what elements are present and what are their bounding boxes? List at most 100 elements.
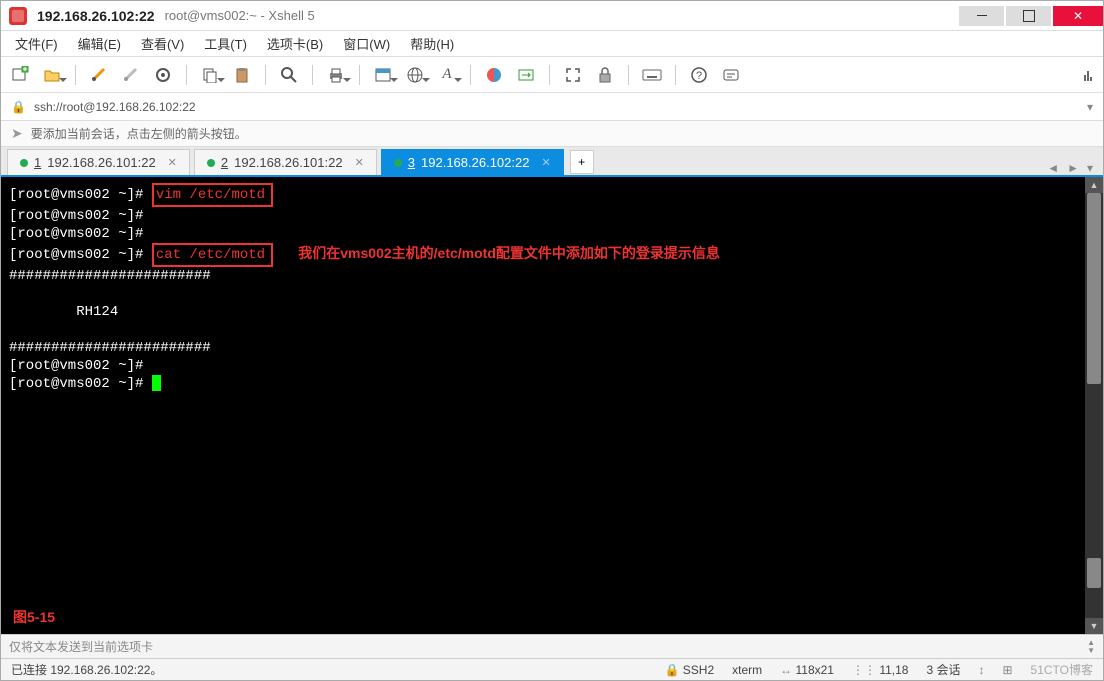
color-scheme-button[interactable] xyxy=(370,62,396,88)
tab-close-icon[interactable]: ✕ xyxy=(168,156,177,169)
watermark: 51CTO博客 xyxy=(1031,661,1093,678)
tab-label: 192.168.26.101:22 xyxy=(234,155,342,170)
find-button[interactable] xyxy=(276,62,302,88)
encoding-button[interactable] xyxy=(402,62,428,88)
add-tab-button[interactable]: + xyxy=(570,150,594,174)
fullscreen-button[interactable] xyxy=(560,62,586,88)
menu-file[interactable]: 文件(F) xyxy=(7,32,66,55)
hint-bar: ➤ 要添加当前会话，点击左侧的箭头按钮。 xyxy=(1,121,1103,147)
address-dropdown-button[interactable]: ▾ xyxy=(1087,100,1093,114)
reconnect-button[interactable] xyxy=(86,62,112,88)
menu-window[interactable]: 窗口(W) xyxy=(335,32,398,55)
status-dot-icon xyxy=(207,159,215,167)
menubar: 文件(F) 编辑(E) 查看(V) 工具(T) 选项卡(B) 窗口(W) 帮助(… xyxy=(1,31,1103,57)
lock-icon: 🔒 xyxy=(11,100,26,114)
lock-icon: 🔒 xyxy=(664,663,679,677)
tab-label: 192.168.26.101:22 xyxy=(47,155,155,170)
status-dot-icon xyxy=(20,159,28,167)
compose-button[interactable] xyxy=(718,62,744,88)
annotation-text: 我们在vms002主机的/etc/motd配置文件中添加如下的登录提示信息 xyxy=(298,245,720,261)
highlighted-command: vim /etc/motd xyxy=(152,183,273,207)
minimize-button[interactable] xyxy=(959,6,1004,26)
help-button[interactable]: ? xyxy=(686,62,712,88)
paste-button[interactable] xyxy=(229,62,255,88)
terminal-prompt: [root@vms002 ~]# xyxy=(9,376,143,392)
tab-nav-left-icon[interactable]: ◄ xyxy=(1043,161,1063,175)
close-button[interactable] xyxy=(1053,6,1103,26)
tab-session-1[interactable]: 1 192.168.26.101:22 ✕ xyxy=(7,149,190,175)
terminal[interactable]: [root@vms002 ~]# vim /etc/motd [root@vms… xyxy=(1,177,1085,634)
tab-number: 3 xyxy=(408,155,415,170)
tab-number: 1 xyxy=(34,155,41,170)
svg-text:?: ? xyxy=(696,70,702,82)
terminal-scrollbar[interactable]: ▲ ▼ xyxy=(1085,177,1103,634)
terminal-prompt: [root@vms002 ~]# xyxy=(9,187,143,203)
status-term: xterm xyxy=(732,663,762,677)
toolbar-overflow-button[interactable] xyxy=(1083,62,1097,88)
status-dot-icon xyxy=(394,159,402,167)
maximize-button[interactable] xyxy=(1006,6,1051,26)
menu-edit[interactable]: 编辑(E) xyxy=(70,32,129,55)
window-title-sub: root@vms002:~ - Xshell 5 xyxy=(165,8,315,23)
tabstrip: 1 192.168.26.101:22 ✕ 2 192.168.26.101:2… xyxy=(1,147,1103,177)
position-icon: ⋮⋮ xyxy=(852,663,876,677)
highlighted-command: cat /etc/motd xyxy=(152,243,273,267)
status-size: 118x21 xyxy=(795,663,833,677)
menu-help[interactable]: 帮助(H) xyxy=(402,32,462,55)
terminal-area: [root@vms002 ~]# vim /etc/motd [root@vms… xyxy=(1,177,1103,634)
size-icon: ↔ xyxy=(780,663,792,677)
address-url[interactable]: ssh://root@192.168.26.102:22 xyxy=(34,100,196,114)
terminal-output: ######################## xyxy=(9,268,211,284)
status-icon-b[interactable]: ⊞ xyxy=(1002,663,1012,677)
properties-button[interactable] xyxy=(150,62,176,88)
app-icon xyxy=(9,7,27,25)
addressbar: 🔒 ssh://root@192.168.26.102:22 ▾ xyxy=(1,93,1103,121)
terminal-prompt: [root@vms002 ~]# xyxy=(9,226,143,242)
status-icon-a[interactable]: ↕ xyxy=(978,663,984,677)
status-connection: 已连接 192.168.26.102:22。 xyxy=(11,661,162,678)
tab-number: 2 xyxy=(221,155,228,170)
terminal-prompt: [root@vms002 ~]# xyxy=(9,358,143,374)
tab-list-button[interactable]: ▾ xyxy=(1083,161,1097,175)
tab-label: 192.168.26.102:22 xyxy=(421,155,529,170)
terminal-output: ######################## xyxy=(9,340,211,356)
lock-button[interactable] xyxy=(592,62,618,88)
toolbar: A ? xyxy=(1,57,1103,93)
new-session-button[interactable] xyxy=(7,62,33,88)
menu-tabs[interactable]: 选项卡(B) xyxy=(259,32,331,55)
disconnect-button[interactable] xyxy=(118,62,144,88)
font-button[interactable]: A xyxy=(434,62,460,88)
scroll-up-icon[interactable]: ▲ xyxy=(1085,177,1103,193)
tab-nav-right-icon[interactable]: ► xyxy=(1063,161,1083,175)
keyboard-button[interactable] xyxy=(639,62,665,88)
titlebar: 192.168.26.102:22 root@vms002:~ - Xshell… xyxy=(1,1,1103,31)
window-title-host: 192.168.26.102:22 xyxy=(37,8,155,24)
hint-text: 要添加当前会话，点击左侧的箭头按钮。 xyxy=(31,125,247,142)
figure-label: 图5-15 xyxy=(13,608,55,626)
tab-close-icon[interactable]: ✕ xyxy=(541,156,550,169)
xftp-button[interactable] xyxy=(513,62,539,88)
compose-placeholder: 仅将文本发送到当前选项卡 xyxy=(9,638,153,655)
compose-bar[interactable]: 仅将文本发送到当前选项卡 ▲▼ xyxy=(1,634,1103,658)
terminal-prompt: [root@vms002 ~]# xyxy=(9,208,143,224)
tab-close-icon[interactable]: ✕ xyxy=(355,156,364,169)
terminal-output: RH124 xyxy=(9,304,118,320)
print-button[interactable] xyxy=(323,62,349,88)
menu-tools[interactable]: 工具(T) xyxy=(196,32,255,55)
scroll-down-icon[interactable]: ▼ xyxy=(1085,618,1103,634)
terminal-prompt: [root@vms002 ~]# xyxy=(9,247,143,263)
terminal-cursor xyxy=(152,375,161,391)
tab-session-3[interactable]: 3 192.168.26.102:22 ✕ xyxy=(381,149,564,175)
add-session-arrow-icon[interactable]: ➤ xyxy=(11,125,23,142)
copy-button[interactable] xyxy=(197,62,223,88)
status-protocol: SSH2 xyxy=(683,663,714,677)
open-session-button[interactable] xyxy=(39,62,65,88)
compose-stepper[interactable]: ▲▼ xyxy=(1087,639,1095,655)
status-sessions: 3 会话 xyxy=(926,661,960,678)
xagent-button[interactable] xyxy=(481,62,507,88)
tab-session-2[interactable]: 2 192.168.26.101:22 ✕ xyxy=(194,149,377,175)
status-position: 11,18 xyxy=(879,663,908,677)
statusbar: 已连接 192.168.26.102:22。 🔒 SSH2 xterm ↔ 11… xyxy=(1,658,1103,680)
app-window: 192.168.26.102:22 root@vms002:~ - Xshell… xyxy=(0,0,1104,681)
menu-view[interactable]: 查看(V) xyxy=(133,32,192,55)
